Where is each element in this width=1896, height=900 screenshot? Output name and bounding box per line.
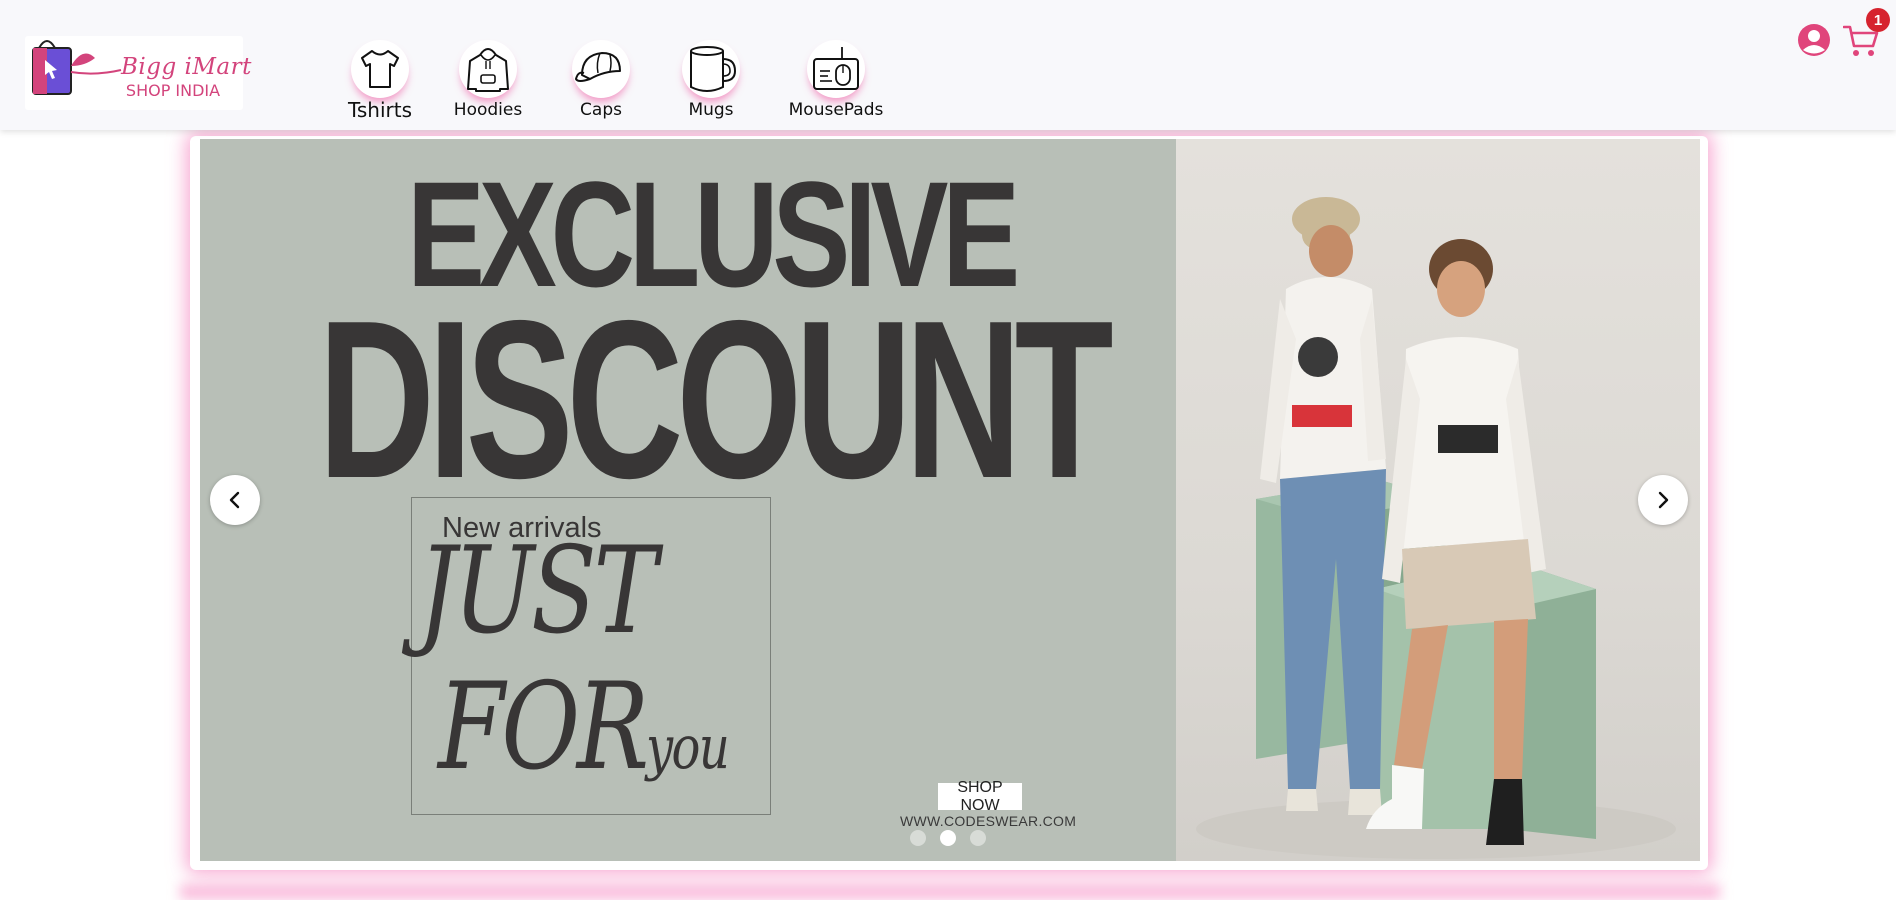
site-header: Bigg iMart SHOP INDIA Tshirts Hoodies Ca… bbox=[0, 0, 1896, 130]
tshirt-icon bbox=[351, 40, 409, 98]
brand-name: Bigg iMart bbox=[121, 54, 252, 80]
carousel-dot-1[interactable] bbox=[910, 830, 926, 846]
brand-tagline: SHOP INDIA bbox=[125, 81, 221, 100]
chevron-right-icon bbox=[1658, 491, 1669, 509]
category-caps[interactable]: Caps bbox=[551, 40, 651, 130]
banner-left-panel: EXCLUSIVE DISCOUNT New arrivals JUST FOR… bbox=[200, 139, 1176, 861]
category-label: Mugs bbox=[688, 100, 734, 120]
category-label: MousePads bbox=[788, 100, 884, 120]
banner-headline-discount: DISCOUNT bbox=[318, 273, 1114, 525]
hero-slide[interactable]: EXCLUSIVE DISCOUNT New arrivals JUST FOR… bbox=[200, 139, 1700, 861]
chevron-left-icon bbox=[229, 491, 240, 509]
new-arrivals-box: New arrivals JUST FORyou bbox=[411, 497, 771, 815]
models-photo bbox=[1176, 139, 1700, 861]
category-tshirts[interactable]: Tshirts bbox=[330, 40, 430, 130]
mug-icon bbox=[682, 40, 740, 98]
category-mousepads[interactable]: MousePads bbox=[786, 40, 886, 130]
carousel-prev-button[interactable] bbox=[210, 475, 260, 525]
category-label: Tshirts bbox=[347, 98, 413, 122]
script-for: FOR bbox=[438, 658, 649, 797]
script-you: you bbox=[646, 713, 730, 783]
shopping-bag-logo-icon bbox=[32, 40, 122, 95]
category-label: Caps bbox=[580, 100, 622, 120]
page-bottom-glow bbox=[180, 884, 1720, 900]
script-for-you: FORyou bbox=[438, 668, 730, 788]
banner-website: WWW.CODESWEAR.COM bbox=[900, 813, 1077, 829]
carousel-next-button[interactable] bbox=[1638, 475, 1688, 525]
shop-now-button[interactable]: SHOP NOW bbox=[938, 779, 1022, 814]
category-hoodies[interactable]: Hoodies bbox=[438, 40, 538, 130]
category-mugs[interactable]: Mugs bbox=[661, 40, 761, 130]
script-just: JUST bbox=[418, 522, 658, 661]
user-circle-icon[interactable] bbox=[1797, 23, 1831, 57]
carousel-dot-3[interactable] bbox=[970, 830, 986, 846]
cap-icon bbox=[572, 40, 630, 98]
cart-count-badge: 1 bbox=[1866, 8, 1890, 32]
brand-logo[interactable]: Bigg iMart SHOP INDIA bbox=[25, 36, 251, 110]
carousel-dot-2[interactable] bbox=[940, 830, 956, 846]
category-label: Hoodies bbox=[453, 100, 523, 120]
hoodie-icon bbox=[459, 40, 517, 98]
mousepad-icon bbox=[807, 40, 865, 98]
